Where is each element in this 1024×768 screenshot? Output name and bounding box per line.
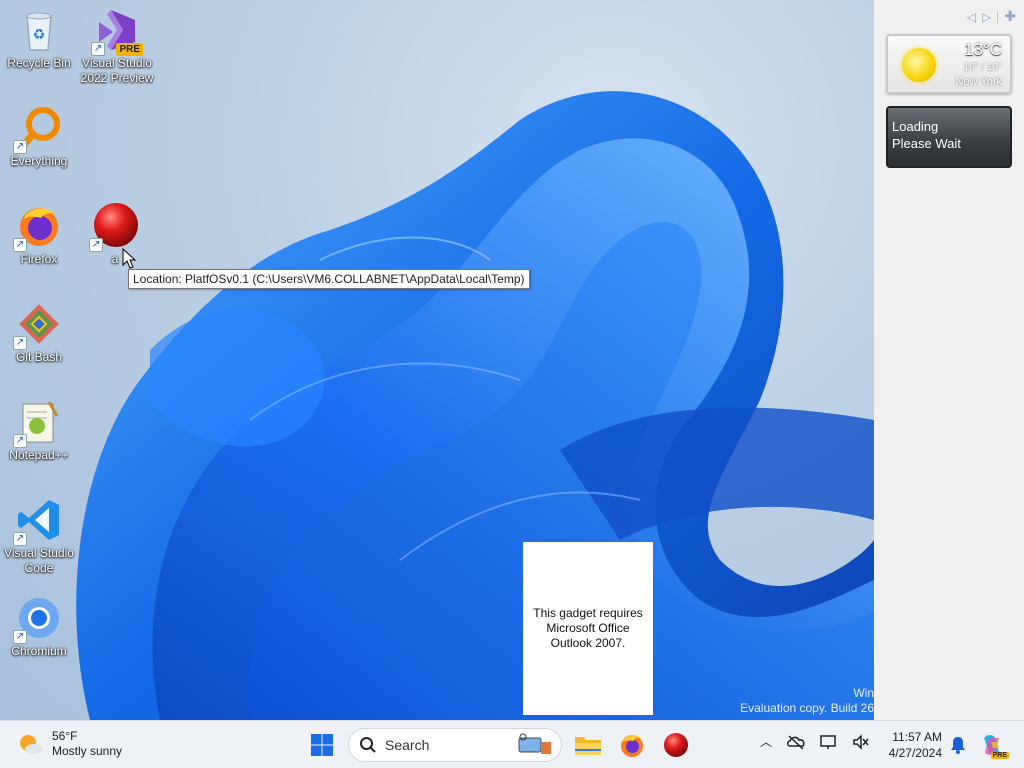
windows-logo-icon bbox=[311, 734, 333, 756]
partly-sunny-icon bbox=[18, 731, 44, 757]
loading-text: Loading bbox=[892, 119, 939, 134]
desktop-icon-a[interactable]: ↗ a bbox=[76, 202, 154, 267]
divider bbox=[997, 10, 999, 23]
clock-date: 4/27/2024 bbox=[888, 746, 942, 760]
desktop-icon-label: a bbox=[111, 252, 119, 266]
bloom-wallpaper bbox=[76, 91, 874, 720]
desktop-icon-label: Git Bash bbox=[15, 350, 63, 364]
display-icon[interactable] bbox=[820, 734, 838, 750]
copilot-button[interactable]: PRE bbox=[976, 729, 1009, 761]
taskbar-weather-condition: Mostly sunny bbox=[52, 744, 123, 758]
onedrive-offline-icon[interactable] bbox=[786, 734, 806, 750]
chromium-icon: ↗ bbox=[13, 594, 63, 644]
outlook-gadget[interactable]: This gadget requires Microsoft Office Ou… bbox=[523, 542, 653, 715]
previous-page-icon[interactable]: ◁ bbox=[967, 10, 976, 24]
svg-text:♻: ♻ bbox=[33, 26, 46, 42]
weather-high-low: 16° / 10° bbox=[963, 62, 1002, 73]
notification-bell-button[interactable] bbox=[942, 729, 974, 761]
desktop-icon-chromium[interactable]: ↗ Chromium bbox=[0, 594, 78, 659]
desktop-icon-label: Visual Studio 2022 Preview bbox=[80, 56, 154, 85]
evaluation-watermark: Win Evaluation copy. Build 26 bbox=[704, 686, 874, 716]
git-bash-icon: ↗ bbox=[13, 300, 63, 350]
copilot-preview-badge: PRE bbox=[990, 752, 1009, 759]
visual-studio-icon: ↗ PRE bbox=[91, 6, 143, 56]
sun-icon bbox=[902, 48, 936, 82]
firefox-icon bbox=[621, 735, 643, 757]
gadget-sidebar: ◁ ▷ ✚ 13°C 16° / 10° New York Loading Pl… bbox=[874, 0, 1024, 720]
watermark-line1: Win bbox=[853, 686, 874, 700]
taskbar-weather-temp: 56°F bbox=[52, 729, 78, 743]
shortcut-arrow-icon: ↗ bbox=[91, 42, 105, 56]
desktop-icon-label: Chromium bbox=[11, 644, 67, 658]
desktop-icon-label: Firefox bbox=[20, 252, 58, 266]
sidebar-controls: ◁ ▷ ✚ bbox=[967, 8, 1016, 25]
watermark-line2: Evaluation copy. Build 26 bbox=[740, 701, 874, 715]
folder-icon bbox=[575, 737, 601, 755]
start-button[interactable] bbox=[306, 729, 338, 761]
vscode-icon: ↗ bbox=[13, 496, 63, 546]
taskbar-clock[interactable]: 11:57 AM 4/27/2024 bbox=[880, 729, 942, 761]
red-ball-icon bbox=[664, 733, 688, 757]
bell-icon bbox=[951, 737, 965, 754]
preview-badge: PRE bbox=[116, 43, 143, 56]
desktop: ♻ Recycle Bin ↗ PRE Visual Studio 2022 P… bbox=[0, 0, 874, 720]
desktop-icon-label: Visual Studio Code bbox=[4, 546, 74, 575]
weather-city: New York bbox=[955, 76, 1002, 88]
taskbar-firefox[interactable] bbox=[616, 729, 648, 761]
taskbar-file-explorer[interactable] bbox=[572, 729, 604, 761]
taskbar: 56°F Mostly sunny ︿ 11:57 AM 4/27/2024 P… bbox=[0, 720, 1024, 768]
recycle-bin-icon: ♻ bbox=[15, 6, 63, 54]
mouse-cursor-icon bbox=[122, 248, 136, 269]
outlook-gadget-message: This gadget requires Microsoft Office Ou… bbox=[533, 606, 643, 650]
weather-temperature: 13°C bbox=[964, 40, 1002, 59]
next-page-icon[interactable]: ▷ bbox=[982, 10, 991, 24]
desktop-icon-notepadpp[interactable]: ↗ Notepad++ bbox=[0, 398, 78, 463]
desktop-icon-vscode[interactable]: ↗ Visual Studio Code bbox=[0, 496, 78, 576]
please-wait-text: Please Wait bbox=[892, 136, 961, 151]
shortcut-arrow-icon: ↗ bbox=[13, 336, 27, 350]
desktop-icon-everything[interactable]: ↗ Everything bbox=[0, 104, 78, 169]
desktop-icon-git-bash[interactable]: ↗ Git Bash bbox=[0, 300, 78, 365]
desktop-icon-visual-studio[interactable]: ↗ PRE Visual Studio 2022 Preview bbox=[78, 6, 156, 86]
shortcut-arrow-icon: ↗ bbox=[13, 532, 27, 546]
shortcut-arrow-icon: ↗ bbox=[13, 434, 27, 448]
shortcut-arrow-icon: ↗ bbox=[89, 238, 103, 252]
taskbar-red-ball-app[interactable] bbox=[660, 729, 692, 761]
search-highlight-icon bbox=[518, 733, 551, 754]
shortcut-arrow-icon: ↗ bbox=[13, 238, 27, 252]
desktop-icon-firefox[interactable]: ↗ Firefox bbox=[0, 202, 78, 267]
taskbar-search[interactable] bbox=[348, 728, 562, 762]
desktop-icon-recycle-bin[interactable]: ♻ Recycle Bin bbox=[0, 6, 78, 71]
desktop-icon-label: Recycle Bin bbox=[7, 56, 71, 70]
clock-time: 11:57 AM bbox=[892, 730, 942, 744]
system-tray: ︿ bbox=[760, 733, 870, 750]
desktop-icon-label: Everything bbox=[10, 154, 68, 168]
search-icon bbox=[360, 737, 376, 753]
taskbar-weather-widget[interactable]: 56°F Mostly sunny bbox=[18, 729, 122, 759]
add-gadget-icon[interactable]: ✚ bbox=[1004, 8, 1016, 25]
firefox-icon: ↗ bbox=[13, 202, 63, 252]
everything-search-icon: ↗ bbox=[13, 104, 63, 154]
desktop-icon-label: Notepad++ bbox=[9, 448, 69, 462]
weather-gadget[interactable]: 13°C 16° / 10° New York bbox=[886, 34, 1012, 94]
chevron-up-icon[interactable]: ︿ bbox=[760, 733, 772, 750]
red-ball-icon: ↗ bbox=[89, 202, 139, 252]
shortcut-arrow-icon: ↗ bbox=[13, 140, 27, 154]
notepadpp-icon: ↗ bbox=[13, 398, 63, 448]
shortcut-arrow-icon: ↗ bbox=[13, 630, 27, 644]
icon-location-tooltip: Location: PlatfOSv0.1 (C:\Users\VM6.COLL… bbox=[128, 269, 530, 289]
loading-gadget[interactable]: Loading Please Wait bbox=[886, 106, 1012, 168]
search-input[interactable] bbox=[385, 737, 505, 753]
volume-muted-icon[interactable] bbox=[852, 733, 870, 750]
